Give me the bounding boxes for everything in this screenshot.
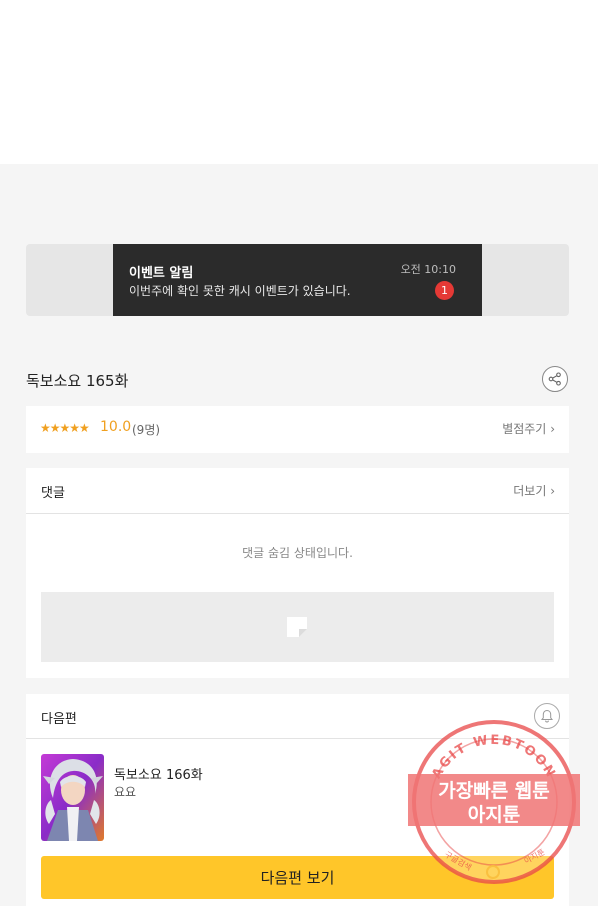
notification-time: 오전 10:10 [400, 263, 456, 276]
top-blank-area [0, 0, 598, 164]
notification-title: 이벤트 알림 [129, 266, 194, 281]
chevron-right-icon: › [550, 484, 555, 498]
rating-card: ★★★★★ 10.0 (9명) 별점주기 › [26, 406, 569, 453]
rating-stars: ★★★★★ [40, 421, 90, 435]
share-icon [548, 372, 561, 386]
watermark-line2: 아지툰 [467, 804, 521, 826]
watermark-stamp: AGIT WEBTOON 구글검색 아지툰 가장빠른 웹툰 아지툰 [408, 718, 580, 886]
event-banner[interactable]: 이벤트 알림 이번주에 확인 못한 캐시 이벤트가 있습니다. 오전 10:10… [26, 244, 569, 316]
next-episode-subtitle: 요요 [114, 785, 137, 799]
comments-card: 댓글 더보기 › 댓글 숨김 상태입니다. [26, 468, 569, 678]
chevron-right-icon: › [550, 422, 555, 436]
comments-header: 댓글 [41, 486, 65, 501]
notification-badge: 1 [435, 281, 454, 300]
rating-count: (9명) [132, 423, 161, 437]
rate-button[interactable]: 별점주기 › [502, 420, 555, 437]
rate-button-label: 별점주기 [502, 422, 547, 436]
ad-placeholder[interactable] [41, 592, 554, 662]
event-notification[interactable]: 이벤트 알림 이번주에 확인 못한 캐시 이벤트가 있습니다. 오전 10:10… [113, 244, 482, 316]
episode-title: 독보소요 165화 [26, 372, 129, 390]
next-episode-header: 다음편 [41, 712, 77, 727]
comments-more-button[interactable]: 더보기 › [513, 482, 555, 499]
comments-more-label: 더보기 [513, 484, 547, 498]
next-episode-title: 독보소요 166화 [114, 768, 203, 783]
notification-body: 이번주에 확인 못한 캐시 이벤트가 있습니다. [129, 284, 351, 298]
comments-divider [26, 513, 569, 514]
comments-hidden-message: 댓글 숨김 상태입니다. [242, 546, 353, 560]
rating-score: 10.0 [100, 419, 132, 435]
share-button[interactable] [542, 366, 568, 392]
watermark-line1: 가장빠른 웹툰 [438, 780, 550, 802]
next-episode-thumbnail[interactable] [41, 754, 104, 841]
image-placeholder-icon [287, 617, 307, 637]
